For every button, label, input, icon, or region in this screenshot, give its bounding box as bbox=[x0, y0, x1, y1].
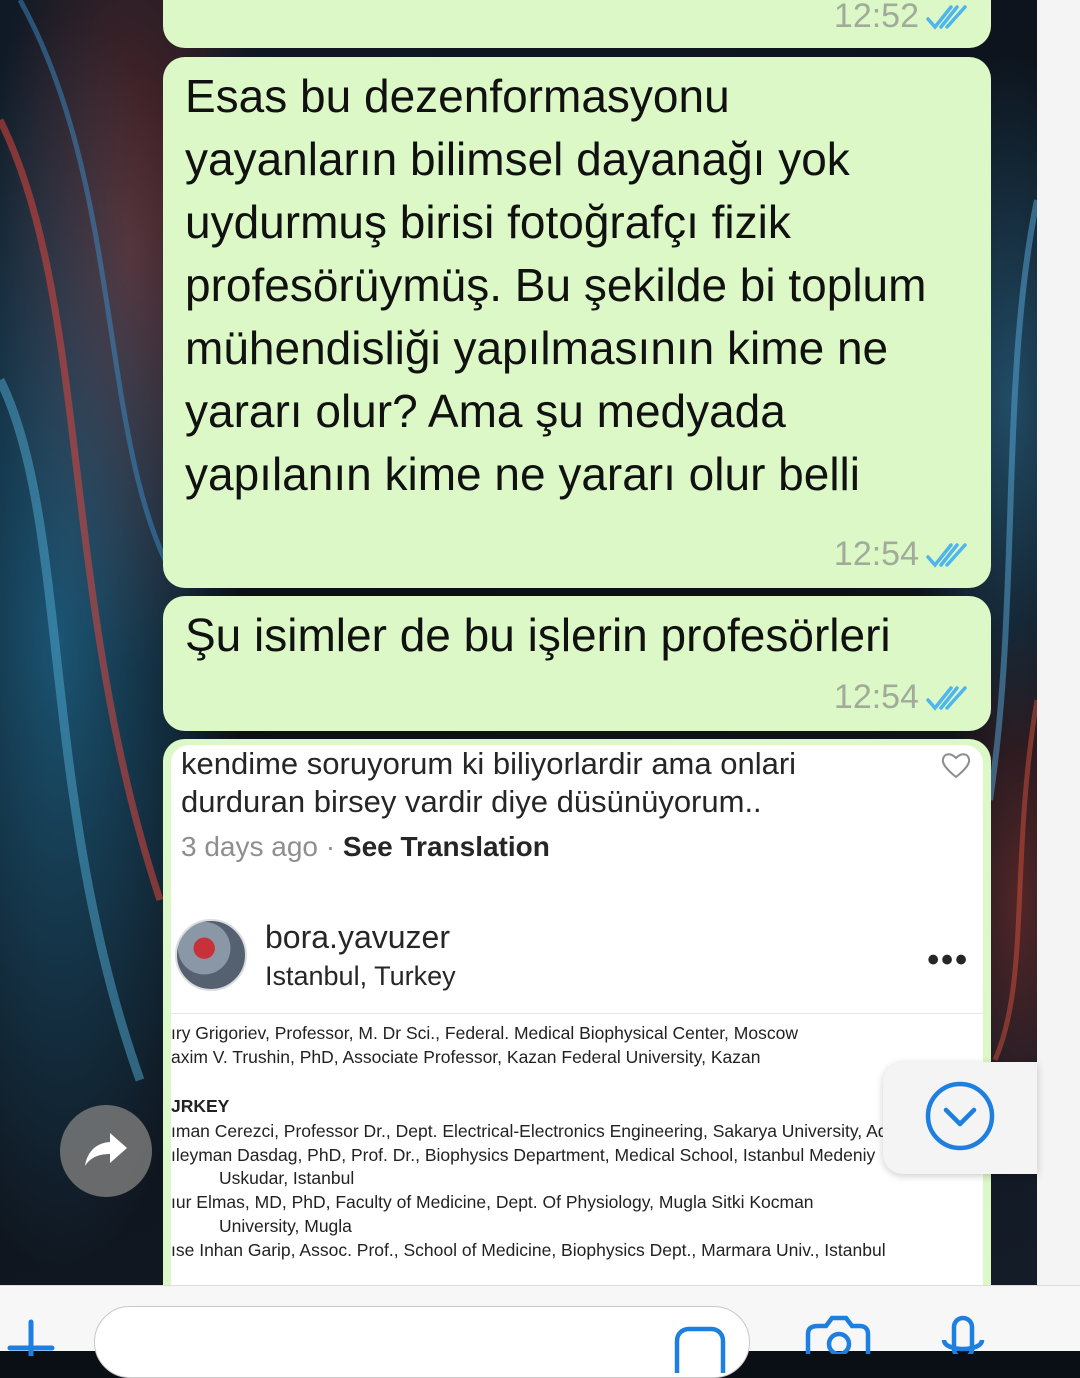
chevron-down-icon bbox=[924, 1080, 996, 1157]
input-bar bbox=[0, 1285, 1080, 1378]
document-line: ıur Elmas, MD, PhD, Faculty of Medicine,… bbox=[171, 1192, 814, 1212]
message-bubble[interactable]: Esas bu dezenformasyonu yayanların bilim… bbox=[163, 57, 991, 588]
sticker-icon[interactable] bbox=[673, 1323, 727, 1378]
see-translation-link: See Translation bbox=[342, 831, 550, 862]
separator-dot: · bbox=[325, 831, 336, 862]
document-heading: JRKEY bbox=[171, 1096, 230, 1116]
right-edge-strip bbox=[1037, 0, 1080, 1285]
message-text: Esas bu dezenformasyonu yayanların bilim… bbox=[185, 70, 927, 500]
plus-icon[interactable] bbox=[4, 1316, 58, 1361]
message-meta: 12:54 bbox=[834, 678, 971, 717]
post-location: Istanbul, Turkey bbox=[265, 961, 456, 991]
double-check-icon bbox=[925, 540, 971, 570]
document-line: ıry Grigoriev, Professor, M. Dr Sci., Fe… bbox=[171, 1023, 798, 1043]
heart-icon bbox=[941, 751, 971, 784]
comment-text: kendime soruyorum ki biliyorlardir ama o… bbox=[181, 746, 797, 819]
document-line: Uskudar, Istanbul bbox=[219, 1168, 355, 1188]
instagram-screenshot: kendime soruyorum ki biliyorlardir ama o… bbox=[171, 745, 983, 1285]
message-input[interactable] bbox=[94, 1306, 750, 1378]
double-check-icon bbox=[925, 2, 971, 32]
divider bbox=[171, 1013, 983, 1014]
message-time: 12:54 bbox=[833, 678, 919, 716]
message-text: Şu isimler de bu işlerin profesörleri bbox=[185, 609, 891, 661]
document-line: University, Mugla bbox=[219, 1216, 352, 1236]
forward-button[interactable] bbox=[60, 1105, 152, 1197]
message-time: 12:54 bbox=[833, 535, 919, 573]
message-bubble[interactable]: 12:52 bbox=[163, 0, 991, 48]
document-line: ıleyman Dasdag, PhD, Prof. Dr., Biophysi… bbox=[171, 1145, 876, 1165]
scroll-to-bottom-button[interactable] bbox=[883, 1062, 1037, 1174]
more-options-icon: ••• bbox=[927, 941, 969, 979]
image-message[interactable]: kendime soruyorum ki biliyorlardir ama o… bbox=[163, 739, 991, 1285]
comment-meta: 3 days ago · See Translation bbox=[181, 831, 550, 863]
document-line: ıse Inhan Garip, Assoc. Prof., School of… bbox=[171, 1240, 886, 1260]
forward-arrow-icon bbox=[82, 1129, 130, 1174]
message-meta: 12:54 bbox=[834, 535, 971, 574]
comment-age: 3 days ago bbox=[181, 831, 318, 862]
message-bubble[interactable]: Şu isimler de bu işlerin profesörleri 12… bbox=[163, 596, 991, 731]
camera-icon[interactable] bbox=[804, 1314, 872, 1359]
document-line: axim V. Trushin, PhD, Associate Professo… bbox=[171, 1047, 761, 1067]
document-line: ıman Cerezci, Professor Dr., Dept. Elect… bbox=[171, 1121, 888, 1141]
message-meta: 12:52 bbox=[834, 0, 971, 36]
double-check-icon bbox=[925, 683, 971, 713]
post-username: bora.yavuzer bbox=[265, 919, 450, 955]
avatar bbox=[175, 919, 247, 991]
microphone-icon[interactable] bbox=[936, 1314, 992, 1361]
message-time: 12:52 bbox=[833, 0, 919, 35]
